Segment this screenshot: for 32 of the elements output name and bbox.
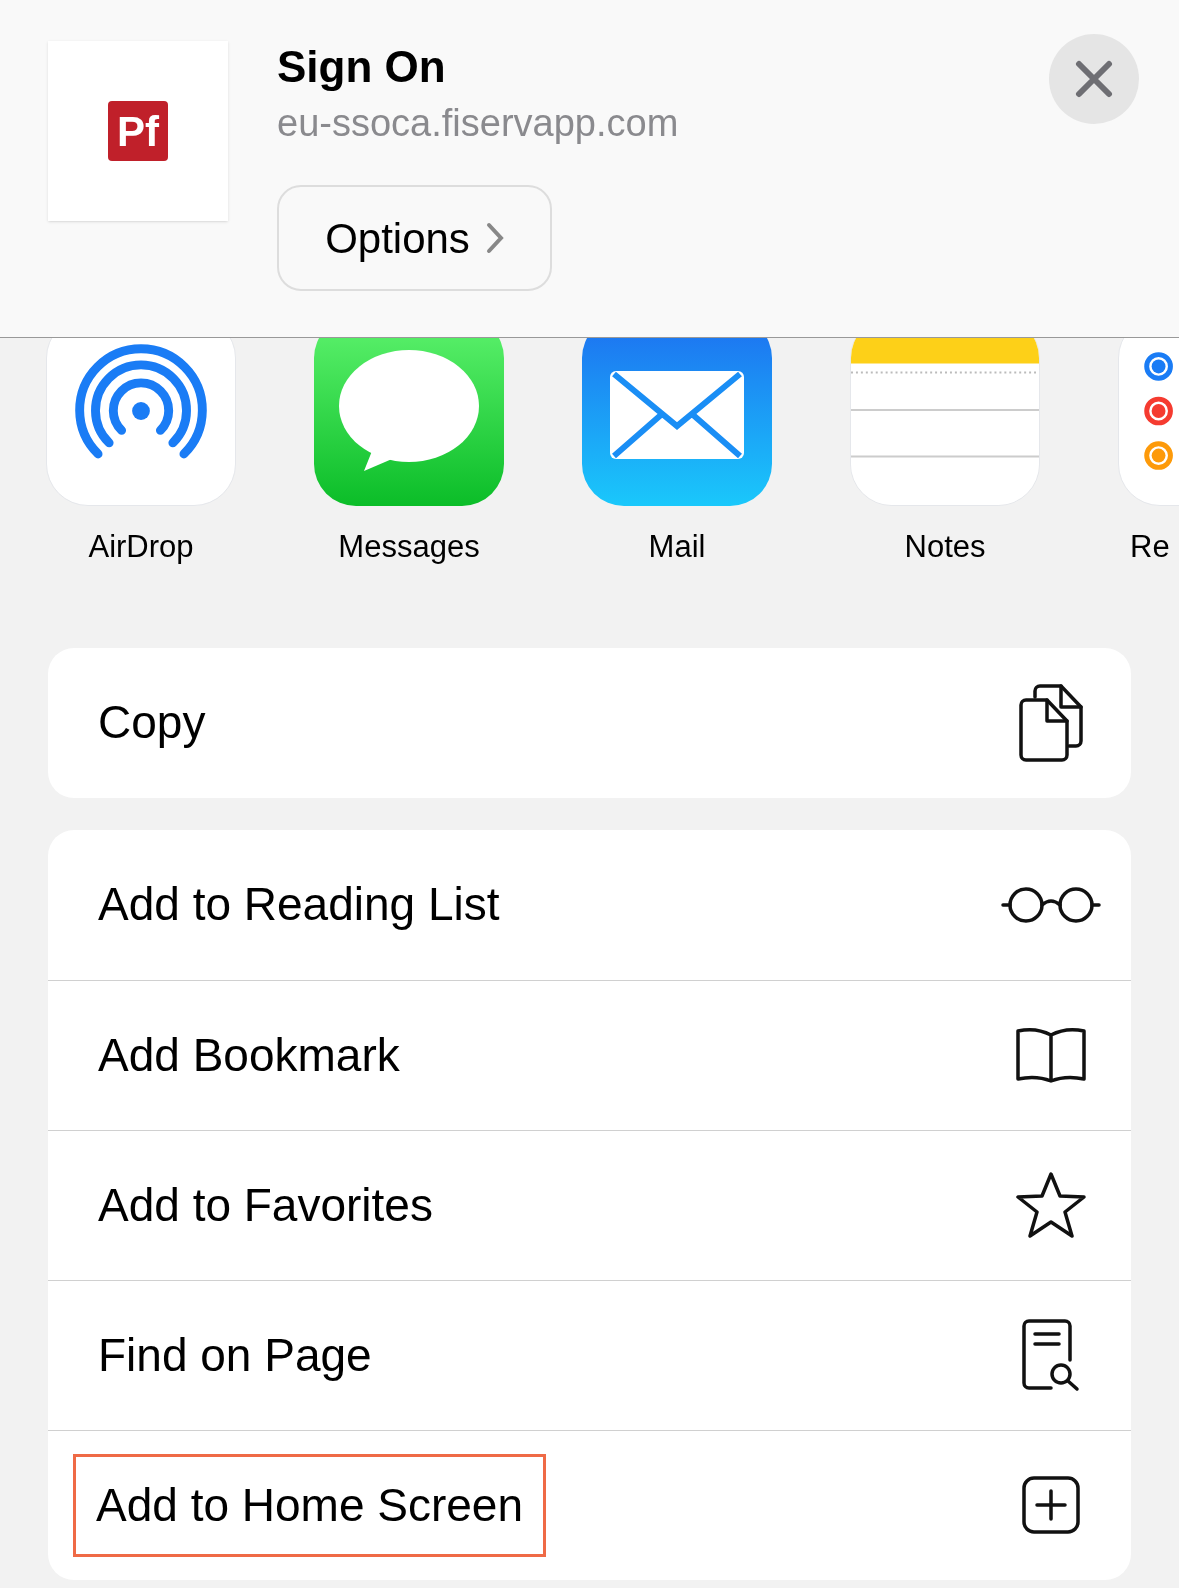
action-label: Add to Reading List	[98, 877, 500, 932]
find-on-page-icon	[1021, 1318, 1081, 1392]
close-icon	[1075, 60, 1113, 98]
action-row[interactable]: Add to Reading List	[48, 829, 1131, 980]
action-label: Add Bookmark	[98, 1027, 400, 1083]
action-label: Add to Favorites	[98, 1177, 433, 1233]
action-row[interactable]: Add Bookmark	[48, 979, 1131, 1130]
options-button[interactable]: Options	[277, 185, 552, 291]
chevron-right-icon	[485, 222, 504, 254]
action-row[interactable]: Add to Home Screen	[48, 1429, 1131, 1580]
star-icon	[1015, 1171, 1087, 1239]
action-label: Find on Page	[98, 1327, 372, 1383]
app-label: Re	[1130, 528, 1170, 566]
copy-row[interactable]: Copy	[48, 647, 1131, 798]
page-url: eu-ssoca.fiservapp.com	[277, 101, 679, 146]
action-label: Copy	[98, 695, 206, 750]
messages-icon[interactable]	[314, 338, 504, 506]
glasses-icon	[1001, 884, 1101, 925]
app-label: Notes	[904, 528, 986, 566]
add-square-icon	[1021, 1475, 1081, 1535]
action-row[interactable]: Add to Favorites	[48, 1129, 1131, 1280]
action-row[interactable]: Find on Page	[48, 1279, 1131, 1430]
app-label: Messages	[338, 528, 480, 566]
copy-icon	[1017, 682, 1085, 763]
airdrop-icon[interactable]	[46, 338, 236, 506]
app-label: AirDrop	[88, 528, 194, 566]
action-label: Add to Home Screen	[76, 1456, 543, 1554]
logo-text: Pf	[108, 101, 168, 161]
book-icon	[1014, 1025, 1088, 1085]
page-title: Sign On	[277, 41, 447, 93]
mail-icon[interactable]	[582, 338, 772, 506]
app-label: Mail	[648, 528, 706, 566]
